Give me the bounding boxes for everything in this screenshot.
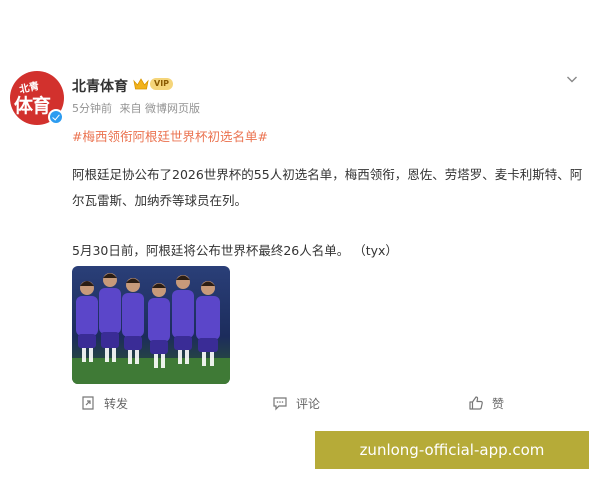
- repost-button[interactable]: 转发: [80, 393, 128, 413]
- like-button[interactable]: 赞: [468, 393, 504, 413]
- vip-badge: VIP: [150, 78, 174, 90]
- watermark-banner: zunlong-official-app.com: [315, 431, 589, 469]
- post-paragraph: 阿根廷足协公布了2026世界杯的55人初选名单，梅西领衔，恩佐、劳塔罗、麦卡利斯…: [72, 167, 583, 208]
- post-paragraph: 5月30日前，阿根廷将公布世界杯最终26人名单。 （tyx）: [72, 243, 398, 258]
- action-bar: 转发 评论 赞: [0, 393, 600, 419]
- team-photo-image: [72, 266, 230, 384]
- like-label: 赞: [492, 396, 505, 411]
- weibo-post-card: 北青 体育 北青体育 VIP 5分钟前 来自 微博网页版 #梅西领衔阿根廷世界杯…: [0, 55, 600, 420]
- comment-button[interactable]: 评论: [272, 393, 320, 413]
- post-time[interactable]: 5分钟前: [72, 102, 112, 115]
- crown-icon: [133, 78, 149, 90]
- topic-link[interactable]: #梅西领衔阿根廷世界杯初选名单#: [72, 126, 268, 145]
- post-photo[interactable]: [72, 266, 230, 384]
- comment-label: 评论: [296, 396, 321, 411]
- chevron-down-icon[interactable]: [566, 73, 578, 85]
- post-source: 来自 微博网页版: [119, 102, 201, 115]
- thumbs-up-icon: [469, 396, 483, 410]
- repost-icon: [82, 396, 94, 410]
- avatar-big-text: 体育: [14, 95, 51, 117]
- post-meta: 5分钟前 来自 微博网页版: [72, 100, 204, 116]
- author-name[interactable]: 北青体育: [72, 76, 128, 96]
- verified-icon: [48, 109, 64, 125]
- repost-label: 转发: [104, 396, 129, 411]
- comment-icon: [273, 397, 287, 411]
- post-body: 阿根廷足协公布了2026世界杯的55人初选名单，梅西领衔，恩佐、劳塔罗、麦卡利斯…: [72, 162, 592, 264]
